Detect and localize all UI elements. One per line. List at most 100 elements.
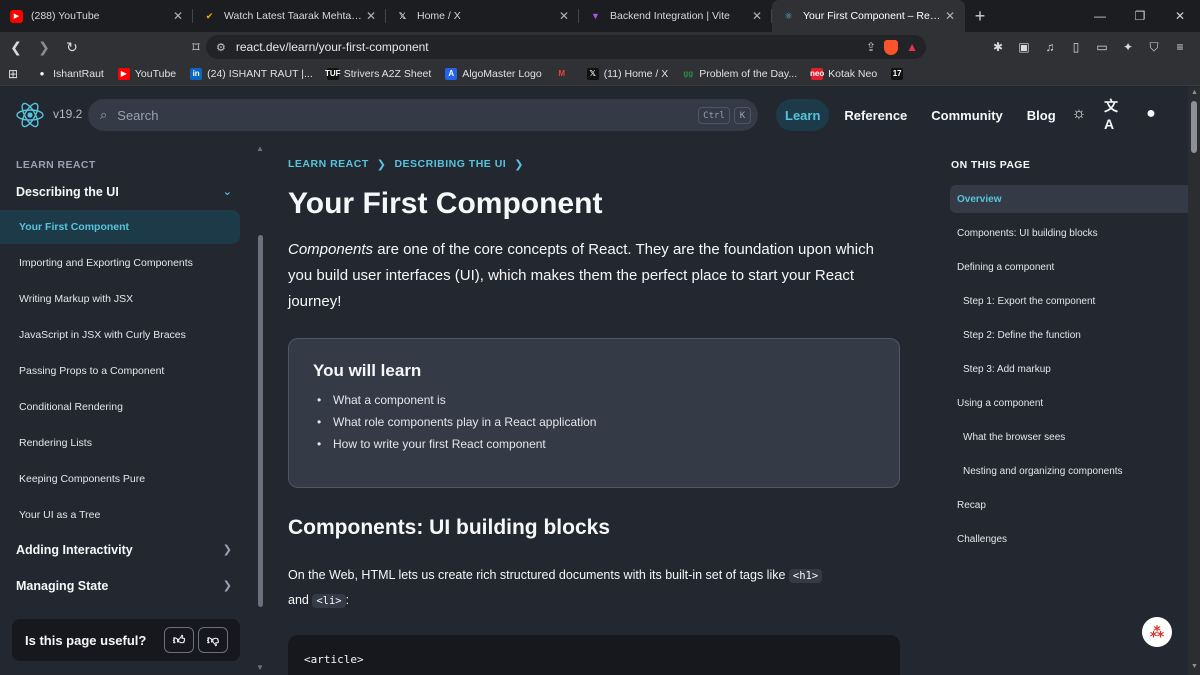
para-end: : — [345, 593, 350, 607]
sidebar-item[interactable]: Passing Props to a Component — [0, 354, 240, 388]
search-input[interactable]: ⌕ Search Ctrl K — [88, 99, 758, 131]
toc-item[interactable]: Step 3: Add markup — [950, 355, 1188, 383]
search-placeholder: Search — [117, 107, 159, 123]
sidebar-item[interactable]: Rendering Lists — [0, 426, 240, 460]
pdf-icon[interactable]: ⁂ — [1142, 617, 1172, 647]
react-logo-icon[interactable] — [14, 99, 46, 131]
sidebar-item[interactable]: Your First Component — [0, 210, 240, 244]
sidebar-item[interactable]: Keeping Components Pure — [0, 462, 240, 496]
thumbs-down-icon[interactable]: 👎︎ — [198, 627, 228, 653]
music-icon[interactable]: ♫ — [1040, 37, 1060, 57]
menu-icon[interactable]: ≡ — [1170, 37, 1190, 57]
bookmark-item[interactable]: ▶ YouTube — [117, 67, 176, 80]
extensions-icon[interactable]: ✱ — [988, 37, 1008, 57]
bookmark-item[interactable]: M — [556, 68, 573, 80]
share-icon[interactable]: ⇪ — [866, 40, 876, 54]
scroll-down-icon[interactable]: ▼ — [1191, 663, 1198, 670]
sidebar-group-label: Describing the UI — [16, 185, 119, 199]
nav-community[interactable]: Community — [922, 99, 1012, 131]
sidebar-item[interactable]: Your UI as a Tree — [0, 498, 240, 532]
bookmark-item[interactable]: in (24) ISHANT RAUT |... — [190, 67, 313, 80]
brave-rewards-icon[interactable]: ▲ — [906, 40, 918, 54]
browser-tab[interactable]: ▶ (288) YouTube ✕ — [0, 0, 193, 32]
sidebar-scroll-up-icon[interactable]: ▲ — [256, 144, 264, 153]
apps-grid-icon[interactable]: ⊞ — [8, 67, 18, 81]
toc-item[interactable]: Using a component — [950, 389, 1188, 417]
github-icon: ● — [39, 69, 45, 78]
bookmark-item[interactable]: gg Problem of the Day... — [682, 68, 797, 80]
sidebar-scroll-down-icon[interactable]: ▼ — [256, 663, 264, 672]
bookmark-item[interactable]: A AlgoMaster Logo — [445, 67, 542, 80]
close-tab-icon[interactable]: ✕ — [171, 9, 185, 23]
bookmark-item[interactable]: neo Kotak Neo — [810, 67, 877, 80]
close-tab-icon[interactable]: ✕ — [943, 9, 957, 23]
browser-tab[interactable]: ▼ Backend Integration | Vite ✕ — [579, 0, 772, 32]
vpn-icon[interactable]: ⛉ — [1144, 37, 1164, 57]
browser-tab[interactable]: ✔ Watch Latest Taarak Mehta Ka Oo✕ — [193, 0, 386, 32]
sidebar-toggle-icon[interactable]: ▯ — [1066, 37, 1086, 57]
toc-item[interactable]: What the browser sees — [950, 423, 1188, 451]
brave-shields-icon[interactable] — [884, 39, 899, 55]
wallet-icon[interactable]: ▭ — [1092, 37, 1112, 57]
scroll-up-icon[interactable]: ▲ — [1191, 89, 1198, 96]
toc-item[interactable]: Overview — [950, 185, 1188, 213]
toc-item[interactable]: Defining a component — [950, 253, 1188, 281]
close-tab-icon[interactable]: ✕ — [364, 9, 378, 23]
toc-item[interactable]: Components: UI building blocks — [950, 219, 1188, 247]
sidebar-group[interactable]: Adding Interactivity ❯ — [16, 543, 232, 557]
github-icon[interactable]: ● — [1140, 103, 1162, 125]
toc-item[interactable]: Nesting and organizing components — [950, 457, 1188, 485]
leo-ai-icon[interactable]: ✦ — [1118, 37, 1138, 57]
site-info-icon[interactable]: ⚙ — [216, 41, 226, 54]
browser-tab[interactable]: 𝕏 Home / X ✕ — [386, 0, 579, 32]
language-icon[interactable]: 文A — [1104, 98, 1126, 132]
nav-reference[interactable]: Reference — [835, 99, 916, 131]
toc-item[interactable]: Challenges — [950, 525, 1188, 553]
youtube-icon: ▶ — [10, 9, 23, 23]
close-tab-icon[interactable]: ✕ — [557, 9, 571, 23]
nav-blog[interactable]: Blog — [1018, 99, 1065, 131]
sidebar-item[interactable]: JavaScript in JSX with Curly Braces — [0, 318, 240, 352]
thumbs-up-icon[interactable]: 👍︎ — [164, 627, 194, 653]
bookmark-item[interactable]: TUF Strivers A2Z Sheet — [325, 67, 431, 80]
sidebar-group[interactable]: Managing State ❯ — [16, 579, 232, 593]
chevron-right-icon: ❯ — [514, 159, 524, 171]
close-window-icon[interactable]: ✕ — [1160, 0, 1200, 32]
breadcrumb-learn-react[interactable]: LEARN REACT — [288, 158, 369, 171]
address-bar[interactable]: ⚙ react.dev/learn/your-first-component ⇪… — [206, 35, 926, 59]
sidebar-scrollbar[interactable] — [258, 235, 263, 607]
bookmark-icon[interactable]: ⌑ — [184, 35, 208, 59]
screenshot-icon[interactable]: ▣ — [1014, 37, 1034, 57]
section-paragraph: On the Web, HTML lets us create rich str… — [288, 563, 900, 613]
toc-item[interactable]: Step 2: Define the function — [950, 321, 1188, 349]
chevron-right-icon: ❯ — [376, 159, 387, 171]
sidebar-group-describing-ui[interactable]: Describing the UI ⌄ — [16, 185, 232, 199]
code-block: <article> — [288, 635, 900, 675]
theme-toggle-icon[interactable]: ☼ — [1068, 103, 1090, 125]
toc-item[interactable]: Step 1: Export the component — [950, 287, 1188, 315]
forward-icon[interactable]: ❯ — [32, 35, 56, 59]
browser-tab[interactable]: ⚛ Your First Component – React ✕ — [772, 0, 965, 32]
reload-icon[interactable]: ↻ — [60, 35, 84, 59]
intro-paragraph: Components are one of the core concepts … — [288, 237, 900, 315]
restore-icon[interactable]: ❐ — [1120, 0, 1160, 32]
bookmark-label: (24) ISHANT RAUT |... — [207, 67, 313, 80]
tab-title: Your First Component – React — [803, 10, 943, 22]
scroll-thumb[interactable] — [1191, 101, 1197, 153]
bookmark-item[interactable]: 𝕏 (11) Home / X — [586, 67, 668, 80]
sidebar-item[interactable]: Importing and Exporting Components — [0, 246, 240, 280]
tab-list: ▶ (288) YouTube ✕ ✔ Watch Latest Taarak Meht… — [0, 0, 965, 32]
page-scrollbar[interactable]: ▲ ▼ — [1188, 87, 1200, 675]
new-tab-button[interactable]: + — [965, 0, 995, 32]
bookmark-item[interactable]: 17 — [891, 67, 908, 80]
breadcrumb-describing-ui[interactable]: DESCRIBING THE UI — [394, 158, 506, 171]
sidebar-item[interactable]: Conditional Rendering — [0, 390, 240, 424]
close-tab-icon[interactable]: ✕ — [750, 9, 764, 23]
back-icon[interactable]: ❮ — [4, 35, 28, 59]
toc-item[interactable]: Recap — [950, 491, 1188, 519]
sidebar-item[interactable]: Writing Markup with JSX — [0, 282, 240, 316]
nav-learn[interactable]: Learn — [776, 99, 830, 131]
version-label[interactable]: v19.2 — [53, 107, 82, 121]
bookmark-item[interactable]: ● IshantRaut — [36, 68, 104, 80]
minimize-icon[interactable]: — — [1080, 0, 1120, 32]
